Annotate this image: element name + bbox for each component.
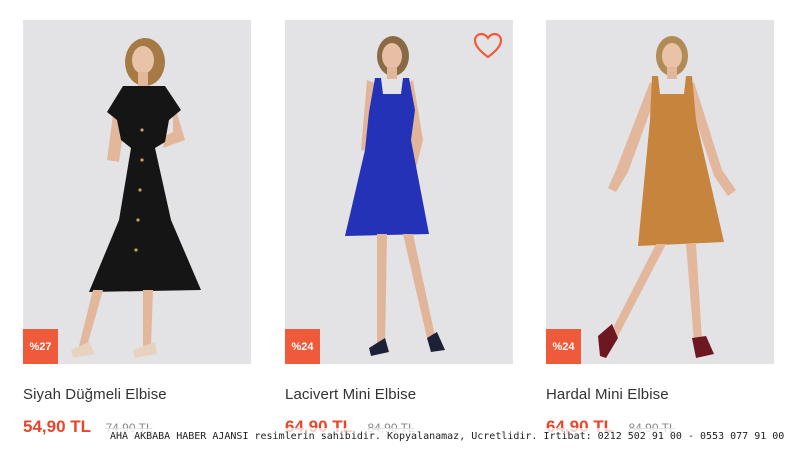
product-card[interactable]: %27 Siyah Düğmeli Elbise 54,90 TL 74,90 … — [23, 20, 251, 441]
product-name[interactable]: Hardal Mini Elbise — [546, 386, 774, 403]
product-name[interactable]: Lacivert Mini Elbise — [285, 386, 513, 403]
product-grid: %27 Siyah Düğmeli Elbise 54,90 TL 74,90 … — [0, 0, 800, 453]
product-name[interactable]: Siyah Düğmeli Elbise — [23, 386, 251, 403]
discount-badge: %24 — [546, 329, 581, 364]
dress-shape — [89, 86, 201, 292]
discount-badge: %24 — [285, 329, 320, 364]
product-image[interactable]: %24 — [285, 20, 513, 364]
product-image[interactable]: %24 — [546, 20, 774, 364]
product-card[interactable]: %24 Lacivert Mini Elbise 64,90 TL 84,90 … — [285, 20, 513, 441]
current-price: 54,90 TL — [23, 417, 92, 436]
product-image[interactable]: %27 — [23, 20, 251, 364]
heart-outline-icon[interactable] — [473, 32, 503, 60]
watermark-caption: AHA AKBABA HABER AJANSI resimlerin sahib… — [100, 428, 800, 446]
product-card[interactable]: %24 Hardal Mini Elbise 64,90 TL 84,90 TL — [546, 20, 774, 441]
discount-badge: %27 — [23, 329, 58, 364]
